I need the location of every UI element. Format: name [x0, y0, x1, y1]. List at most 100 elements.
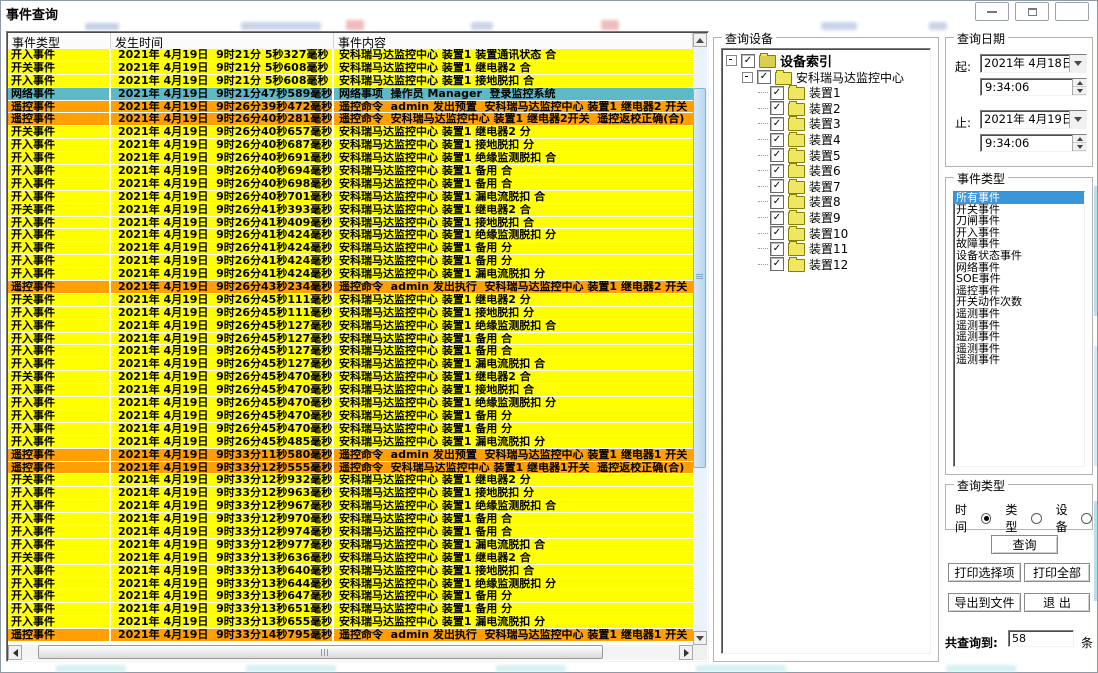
- query-button[interactable]: 查询: [991, 535, 1058, 554]
- horizontal-scroll-thumb[interactable]: [38, 645, 603, 659]
- table-row[interactable]: 遥控事件2021年 4月19日 9时26分39秒472毫秒遥控命令 admin …: [8, 101, 693, 114]
- event-type-option[interactable]: 所有事件: [954, 192, 1084, 204]
- table-row[interactable]: 开入事件2021年 4月19日 9时26分45秒127毫秒安科瑞马达监控中心 装…: [8, 333, 693, 346]
- event-type-option[interactable]: 遥测事件: [954, 308, 1084, 320]
- print-all-button[interactable]: 打印全部: [1024, 563, 1090, 582]
- table-row[interactable]: 开入事件2021年 4月19日 9时26分41秒424毫秒安科瑞马达监控中心 装…: [8, 242, 693, 255]
- start-date-dropdown-button[interactable]: [1069, 55, 1086, 72]
- table-row[interactable]: 网络事件2021年 4月19日 9时21分47秒589毫秒网络事项 操作员 Ma…: [8, 88, 693, 101]
- column-header[interactable]: 事件类型: [8, 33, 111, 49]
- event-type-option[interactable]: 开入事件: [954, 227, 1084, 239]
- table-row[interactable]: 开入事件2021年 4月19日 9时26分41秒424毫秒安科瑞马达监控中心 装…: [8, 268, 693, 281]
- tree-label[interactable]: 装置1: [809, 84, 841, 101]
- table-row[interactable]: 遥控事件2021年 4月19日 9时26分43秒234毫秒遥控命令 admin …: [8, 281, 693, 294]
- table-row[interactable]: 开入事件2021年 4月19日 9时33分12秒977毫秒安科瑞马达监控中心 装…: [8, 539, 693, 552]
- table-row[interactable]: 开入事件2021年 4月19日 9时26分45秒470毫秒安科瑞马达监控中心 装…: [8, 410, 693, 423]
- tree-label[interactable]: 装置8: [809, 193, 841, 210]
- radio-button[interactable]: [1081, 513, 1092, 524]
- end-date-combobox[interactable]: 2021年 4月19日: [980, 110, 1087, 129]
- table-row[interactable]: 开入事件2021年 4月19日 9时26分41秒409毫秒安科瑞马达监控中心 装…: [8, 217, 693, 230]
- tree-label[interactable]: 装置5: [809, 147, 841, 164]
- table-row[interactable]: 开入事件2021年 4月19日 9时26分45秒127毫秒安科瑞马达监控中心 装…: [8, 345, 693, 358]
- column-header[interactable]: 事件内容: [334, 33, 693, 49]
- table-row[interactable]: 开入事件2021年 4月19日 9时26分40秒701毫秒安科瑞马达监控中心 装…: [8, 191, 693, 204]
- expand-toggle[interactable]: [726, 55, 737, 66]
- table-row[interactable]: 开入事件2021年 4月19日 9时26分40秒691毫秒安科瑞马达监控中心 装…: [8, 152, 693, 165]
- event-type-option[interactable]: 开关事件: [954, 204, 1084, 216]
- spin-up-button[interactable]: [1073, 79, 1086, 87]
- table-row[interactable]: 开入事件2021年 4月19日 9时33分13秒651毫秒安科瑞马达监控中心 装…: [8, 603, 693, 616]
- minimize-button[interactable]: [975, 2, 1009, 21]
- checkbox[interactable]: ✓: [770, 164, 784, 178]
- scroll-left-button[interactable]: [8, 645, 22, 660]
- event-type-option[interactable]: 刀闸事件: [954, 215, 1084, 227]
- table-row[interactable]: 开入事件2021年 4月19日 9时33分12秒970毫秒安科瑞马达监控中心 装…: [8, 513, 693, 526]
- table-row[interactable]: 开关事件2021年 4月19日 9时26分41秒393毫秒安科瑞马达监控中心 装…: [8, 204, 693, 217]
- checkbox[interactable]: ✓: [757, 70, 771, 84]
- table-row[interactable]: 开入事件2021年 4月19日 9时26分41秒424毫秒安科瑞马达监控中心 装…: [8, 229, 693, 242]
- maximize-button[interactable]: [1015, 2, 1049, 21]
- checkbox[interactable]: ✓: [770, 179, 784, 193]
- radio-button[interactable]: [1031, 513, 1042, 524]
- exit-button[interactable]: 退 出: [1024, 593, 1090, 612]
- checkbox[interactable]: ✓: [770, 195, 784, 209]
- scroll-down-button[interactable]: [693, 631, 707, 645]
- tree-label[interactable]: 装置11: [809, 240, 848, 257]
- start-date-combobox[interactable]: 2021年 4月18日: [980, 54, 1087, 73]
- start-time-spin-buttons[interactable]: [1072, 79, 1086, 95]
- scroll-right-button[interactable]: [679, 645, 693, 660]
- query-type-option[interactable]: 设备: [1056, 501, 1092, 535]
- event-type-option[interactable]: 开关动作次数: [954, 296, 1084, 308]
- checkbox[interactable]: ✓: [770, 226, 784, 240]
- close-button[interactable]: [1055, 2, 1089, 21]
- checkbox[interactable]: ✓: [770, 257, 784, 271]
- table-row[interactable]: 开关事件2021年 4月19日 9时26分45秒111毫秒安科瑞马达监控中心 装…: [8, 294, 693, 307]
- spin-down-button[interactable]: [1073, 143, 1086, 151]
- tree-label[interactable]: 装置2: [809, 100, 841, 117]
- checkbox[interactable]: ✓: [770, 86, 784, 100]
- event-type-option[interactable]: 遥测事件: [954, 354, 1084, 366]
- checkbox[interactable]: ✓: [770, 148, 784, 162]
- checkbox[interactable]: ✓: [770, 101, 784, 115]
- table-row[interactable]: 开关事件2021年 4月19日 9时21分 5秒608毫秒安科瑞马达监控中心 装…: [8, 62, 693, 75]
- scroll-up-button[interactable]: [693, 33, 707, 47]
- radio-button[interactable]: [981, 513, 992, 524]
- tree-label[interactable]: 装置3: [809, 115, 841, 132]
- checkbox[interactable]: ✓: [770, 117, 784, 131]
- event-type-listbox[interactable]: 所有事件开关事件刀闸事件开入事件故障事件设备状态事件网络事件SOE事件遥控事件开…: [953, 191, 1085, 467]
- event-type-option[interactable]: SOE事件: [954, 273, 1084, 285]
- table-row[interactable]: 开入事件2021年 4月19日 9时33分12秒963毫秒安科瑞马达监控中心 装…: [8, 487, 693, 500]
- table-row[interactable]: 开入事件2021年 4月19日 9时26分40秒694毫秒安科瑞马达监控中心 装…: [8, 165, 693, 178]
- event-type-option[interactable]: 网络事件: [954, 262, 1084, 274]
- tree-label[interactable]: 装置12: [809, 256, 848, 273]
- spin-down-button[interactable]: [1073, 87, 1086, 95]
- tree-label[interactable]: 装置9: [809, 209, 841, 226]
- table-row[interactable]: 开关事件2021年 4月19日 9时33分12秒932毫秒安科瑞马达监控中心 装…: [8, 474, 693, 487]
- vertical-scroll-thumb[interactable]: [693, 88, 706, 468]
- table-row[interactable]: 遥控事件2021年 4月19日 9时33分11秒580毫秒遥控命令 admin …: [8, 449, 693, 462]
- query-type-option[interactable]: 类型: [1005, 501, 1041, 535]
- table-vertical-scrollbar[interactable]: [693, 33, 707, 645]
- table-row[interactable]: 开入事件2021年 4月19日 9时26分45秒470毫秒安科瑞马达监控中心 装…: [8, 423, 693, 436]
- checkbox[interactable]: ✓: [770, 242, 784, 256]
- table-row[interactable]: 开入事件2021年 4月19日 9时26分45秒127毫秒安科瑞马达监控中心 装…: [8, 358, 693, 371]
- checkbox[interactable]: ✓: [770, 211, 784, 225]
- table-row[interactable]: 开入事件2021年 4月19日 9时21分 5秒608毫秒安科瑞马达监控中心 装…: [8, 75, 693, 88]
- tree-label[interactable]: 设备索引: [780, 51, 832, 70]
- event-type-option[interactable]: 遥控事件: [954, 285, 1084, 297]
- start-time-spinner[interactable]: 9:34:06: [980, 78, 1087, 96]
- end-time-spinner[interactable]: 9:34:06: [980, 134, 1087, 152]
- tree-label[interactable]: 装置10: [809, 225, 848, 242]
- table-row[interactable]: 开关事件2021年 4月19日 9时33分13秒636毫秒安科瑞马达监控中心 装…: [8, 552, 693, 565]
- table-row[interactable]: 开入事件2021年 4月19日 9时26分45秒127毫秒安科瑞马达监控中心 装…: [8, 320, 693, 333]
- table-row[interactable]: 开入事件2021年 4月19日 9时26分45秒470毫秒安科瑞马达监控中心 装…: [8, 397, 693, 410]
- table-row[interactable]: 遥控事件2021年 4月19日 9时26分40秒281毫秒遥控命令 安科瑞马达监…: [8, 113, 693, 126]
- table-row[interactable]: 开入事件2021年 4月19日 9时26分41秒424毫秒安科瑞马达监控中心 装…: [8, 255, 693, 268]
- table-row[interactable]: 开入事件2021年 4月19日 9时33分13秒647毫秒安科瑞马达监控中心 装…: [8, 590, 693, 603]
- tree-label[interactable]: 安科瑞马达监控中心: [796, 69, 904, 86]
- event-type-option[interactable]: 故障事件: [954, 238, 1084, 250]
- tree-label[interactable]: 装置6: [809, 162, 841, 179]
- table-row[interactable]: 开入事件2021年 4月19日 9时21分 5秒327毫秒安科瑞马达监控中心 装…: [8, 49, 693, 62]
- table-row[interactable]: 遥控事件2021年 4月19日 9时33分14秒795毫秒遥控命令 admin …: [8, 629, 693, 642]
- table-row[interactable]: 开入事件2021年 4月19日 9时33分13秒655毫秒安科瑞马达监控中心 装…: [8, 616, 693, 629]
